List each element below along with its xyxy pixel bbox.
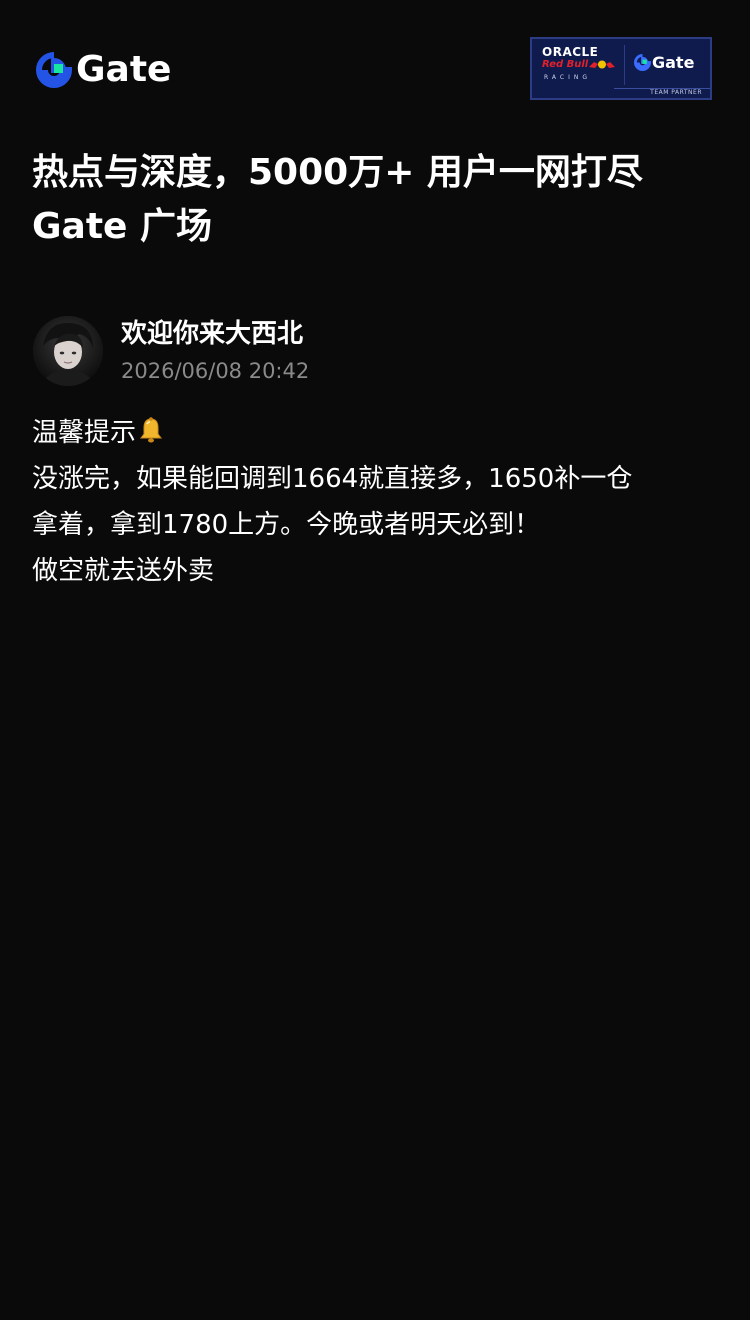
badge-gate-logo: Gate [634, 53, 694, 72]
author-name[interactable]: 欢迎你来大西北 [121, 316, 303, 352]
gate-logo[interactable]: Gate [36, 50, 171, 90]
post-line-text: 温馨提示 [32, 418, 137, 448]
post-line: 没涨完，如果能回调到1664就直接多，1650补一仓 [32, 464, 633, 494]
post-body: 温馨提示 没涨完，如果能回调到1664就直接多，1650补一仓 拿着，拿到178… [32, 410, 722, 594]
headline-line-1: 热点与深度，5000万+ 用户一网打尽 [32, 152, 643, 193]
headline-line-2: Gate 广场 [32, 206, 213, 247]
oracle-text: ORACLE [542, 45, 599, 59]
avatar-image [33, 316, 103, 386]
red-bull-text: Red Bull [542, 59, 589, 70]
avatar[interactable] [33, 316, 103, 386]
bell-icon [140, 417, 163, 443]
gate-logo-icon [36, 52, 72, 88]
badge-gate-text: Gate [652, 53, 695, 72]
red-bull-icon [589, 60, 615, 69]
logo-text: Gate [76, 49, 172, 90]
team-partner-strip: TEAM PARTNER [532, 88, 710, 98]
post-line: 拿着，拿到1780上方。今晚或者明天必到！ [32, 510, 541, 540]
badge-divider [624, 45, 625, 85]
racing-text: RACING [544, 74, 592, 81]
team-partner-text: TEAM PARTNER [650, 89, 702, 96]
page-headline: 热点与深度，5000万+ 用户一网打尽 Gate 广场 [32, 146, 722, 254]
post-author: 欢迎你来大西北 2026/06/08 20:42 [33, 316, 723, 388]
header: Gate ORACLE Red Bull RACING Gate TEAM PA… [0, 0, 750, 110]
gate-logo-icon [634, 54, 651, 71]
post-timestamp: 2026/06/08 20:42 [121, 359, 310, 383]
team-partner-badge: ORACLE Red Bull RACING Gate TEAM PARTNER [530, 37, 712, 100]
post-line: 温馨提示 [32, 410, 722, 456]
post-line: 做空就去送外卖 [32, 556, 215, 586]
